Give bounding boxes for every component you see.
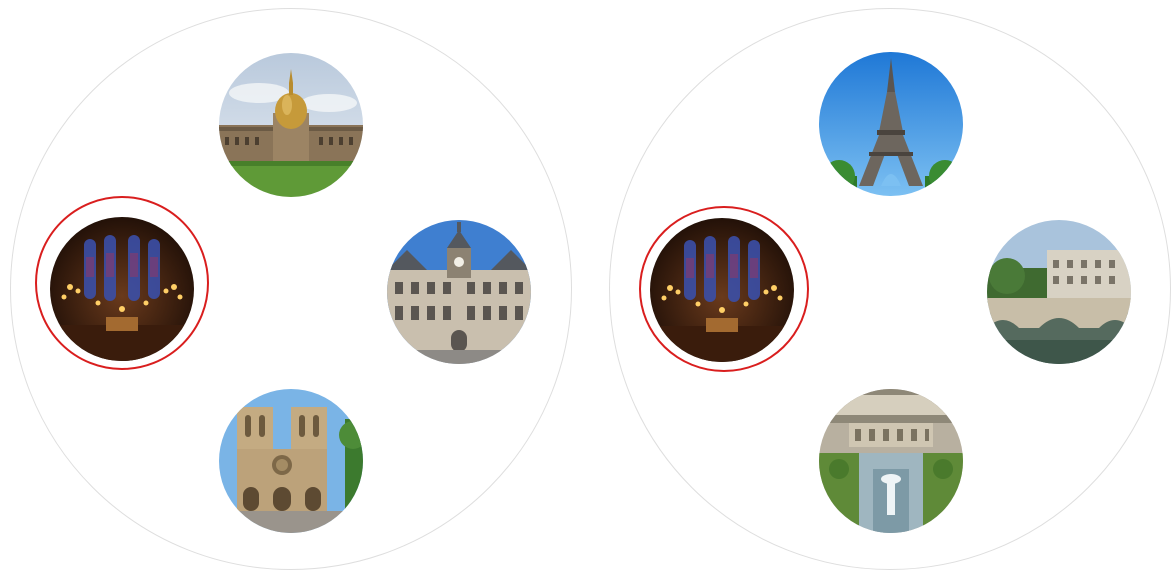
gothic-chapel-interior-photo-icon [650,218,794,362]
iron-tower-photo-icon [819,52,963,196]
dome-church-photo-icon [219,53,363,197]
cathedral-facade-photo-icon [219,389,363,533]
right-right-stone-bridge-photo[interactable] [987,220,1131,364]
city-hall-photo-icon [387,220,531,364]
gothic-chapel-interior-photo-icon [50,217,194,361]
left-top-dome-church-photo[interactable] [219,53,363,197]
stone-bridge-photo-icon [987,220,1131,364]
page [0,0,1172,576]
left-right-city-hall-photo[interactable] [387,220,531,364]
right-bottom-palace-gardens-photo[interactable] [819,389,963,533]
right-top-iron-tower-photo[interactable] [819,52,963,196]
left-bottom-cathedral-photo[interactable] [219,389,363,533]
right-gothic-chapel-photo[interactable] [650,218,794,362]
left-gothic-chapel-photo[interactable] [50,217,194,361]
palace-gardens-fountain-photo-icon [819,389,963,533]
